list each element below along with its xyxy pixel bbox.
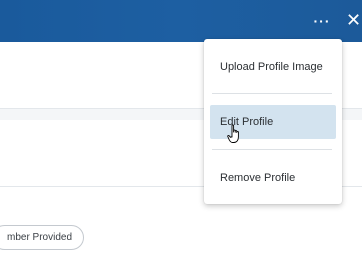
menu-item-edit-profile[interactable]: Edit Profile [210, 105, 336, 139]
more-options-button[interactable]: ··· [311, 13, 333, 29]
profile-actions-menu: Upload Profile Image Edit Profile Remove… [204, 39, 342, 204]
close-button[interactable]: ✕ [345, 9, 362, 31]
header-bar: ··· ✕ [0, 0, 362, 42]
close-icon: ✕ [345, 9, 362, 30]
menu-divider [212, 93, 332, 94]
menu-item-upload-profile-image[interactable]: Upload Profile Image [210, 50, 336, 84]
menu-item-remove-profile[interactable]: Remove Profile [210, 161, 336, 195]
ellipsis-icon: ··· [313, 13, 331, 29]
menu-divider [212, 149, 332, 150]
number-status-pill: mber Provided [0, 225, 85, 250]
